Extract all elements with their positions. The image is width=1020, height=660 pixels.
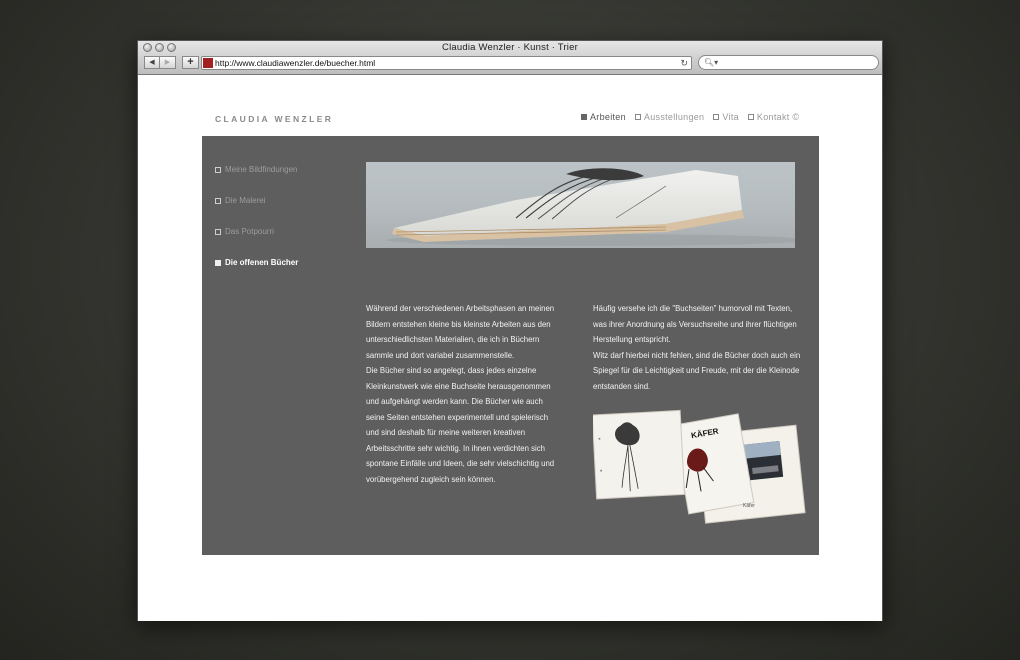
back-button[interactable]: ◀	[144, 56, 160, 69]
paragraph-line: Witz darf hierbei nicht fehlen, sind die…	[593, 350, 801, 360]
paragraph-line: Kleinkunstwerk wie eine Buchseite heraus…	[366, 381, 551, 391]
search-icon: 🔍︎▾	[704, 58, 719, 67]
sidenav-label: Meine Bildfindungen	[225, 165, 298, 174]
paragraph-line: Herstellung entspricht.	[593, 335, 671, 344]
sidenav-label: Die offenen Bücher	[225, 258, 299, 267]
sidenav-item-potpourri[interactable]: Das Potpourri	[215, 227, 298, 236]
hero-book-image	[366, 162, 795, 248]
address-text: http://www.claudiawenzler.de/buecher.htm…	[215, 58, 376, 68]
topnav-item-vita[interactable]: Vita	[713, 112, 739, 122]
text-column-left: Während der verschiedenen Arbeitsphasen …	[366, 301, 566, 487]
square-bullet-icon	[634, 114, 641, 120]
side-navigation: Meine Bildfindungen Die Malerei Das Potp…	[215, 165, 298, 289]
book-pages-illustration: KÄFER Käfer	[591, 407, 808, 529]
topnav-item-arbeiten[interactable]: Arbeiten	[581, 112, 626, 122]
square-bullet-icon	[581, 114, 587, 120]
square-bullet-icon	[215, 228, 221, 235]
topnav-label: Kontakt ©	[756, 112, 800, 122]
sidenav-item-bildfindungen[interactable]: Meine Bildfindungen	[215, 165, 298, 174]
paragraph-line: Spiegel für die Leichtigkeit und Freude,…	[593, 366, 800, 375]
site-brand[interactable]: CLAUDIA WENZLER	[215, 114, 333, 124]
web-page: CLAUDIA WENZLER Arbeiten Ausstellungen V…	[138, 76, 882, 621]
paragraph-line: Häufig versehe ich die "Buchseiten" humo…	[593, 304, 793, 313]
paragraph-line: was ihrer Anordnung als Versuchsreihe un…	[593, 319, 797, 329]
paragraph-line: Während der verschiedenen Arbeitsphasen …	[366, 304, 555, 313]
reload-icon[interactable]: ↻	[680, 57, 688, 69]
paragraph-line: seine Seiten entstehen experimentell und…	[366, 412, 549, 422]
sidenav-label: Das Potpourri	[225, 227, 274, 236]
square-bullet-icon	[215, 259, 221, 266]
paragraph-line: spontane Einfälle und Ideen, die sehr vi…	[366, 459, 555, 468]
history-buttons: ◀ ▶	[144, 56, 176, 69]
paragraph-line: Die Bücher sind so angelegt, dass jedes …	[366, 366, 537, 375]
plus-icon: +	[187, 56, 194, 68]
paragraph-line: vorübergehend zugleich sein können.	[366, 474, 496, 484]
content-panel: Meine Bildfindungen Die Malerei Das Potp…	[202, 136, 819, 555]
back-arrow-icon: ◀	[149, 59, 155, 66]
search-field[interactable]: 🔍︎▾	[698, 55, 879, 70]
forward-button[interactable]: ▶	[160, 56, 176, 69]
topnav-label: Arbeiten	[590, 112, 626, 122]
paragraph-line: sammle und dort variabel zusammenstelle.	[366, 350, 515, 360]
add-bookmark-button[interactable]: +	[182, 56, 199, 69]
browser-window: Claudia Wenzler · Kunst · Trier ◀ ▶ + ht…	[137, 40, 883, 621]
title-bar: Claudia Wenzler · Kunst · Trier ◀ ▶ + ht…	[138, 41, 882, 75]
square-bullet-icon	[215, 166, 221, 173]
paragraph-line: Bildern entstehen kleine bis kleinste Ar…	[366, 319, 551, 329]
sidenav-item-malerei[interactable]: Die Malerei	[215, 196, 298, 205]
favicon-icon	[203, 58, 213, 68]
paragraph-line: entstanden sind.	[593, 381, 651, 391]
forward-arrow-icon: ▶	[164, 59, 171, 66]
square-bullet-icon	[747, 114, 754, 120]
paragraph-line: Arbeitsschritte sehr wichtig. In ihnen v…	[366, 443, 545, 453]
paragraph-line: und aufgehängt werden kann. Die Bücher w…	[366, 397, 543, 406]
sidenav-item-offene-buecher[interactable]: Die offenen Bücher	[215, 258, 298, 267]
square-bullet-icon	[215, 197, 221, 204]
address-bar[interactable]: http://www.claudiawenzler.de/buecher.htm…	[201, 56, 692, 70]
text-column-right: Häufig versehe ich die "Buchseiten" humo…	[593, 301, 808, 394]
window-title: Claudia Wenzler · Kunst · Trier	[442, 42, 578, 53]
topnav-label: Ausstellungen	[643, 112, 705, 122]
top-navigation: Arbeiten Ausstellungen Vita Kontakt ©	[581, 112, 799, 122]
book-page-caption-kaefer: Käfer	[743, 503, 755, 509]
paragraph-line: unterschiedlichsten Materialien, die ich…	[366, 335, 540, 344]
topnav-item-kontakt[interactable]: Kontakt ©	[747, 112, 800, 122]
paragraph-line: und sind deshalb für meine weiteren krea…	[366, 428, 526, 437]
book-pages-image: KÄFER Käfer	[591, 407, 808, 529]
square-bullet-icon	[713, 114, 720, 120]
topnav-label: Vita	[722, 112, 739, 122]
topnav-item-ausstellungen[interactable]: Ausstellungen	[634, 112, 705, 122]
sidenav-label: Die Malerei	[225, 196, 266, 205]
open-book-illustration	[386, 168, 795, 246]
